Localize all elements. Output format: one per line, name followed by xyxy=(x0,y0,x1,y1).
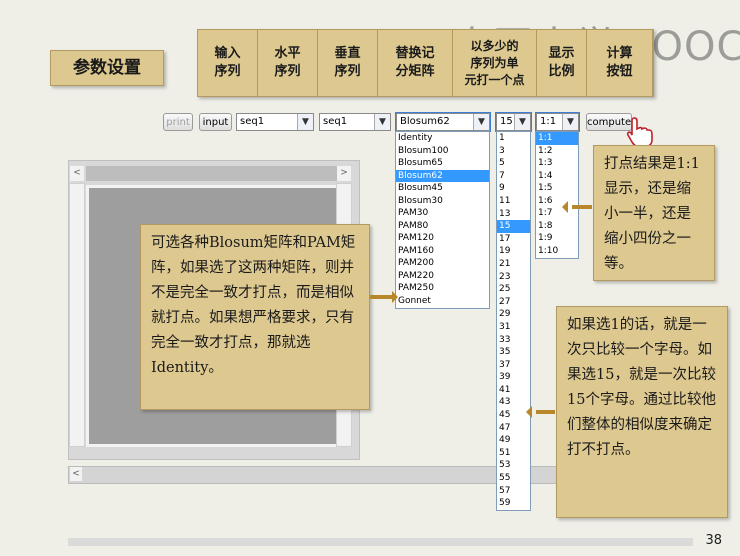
option-item[interactable]: 31 xyxy=(497,321,530,334)
option-item[interactable]: 35 xyxy=(497,346,530,359)
matrix-options-list[interactable]: Identity Blosum100 Blosum65 Blosum62 Blosum4… xyxy=(395,131,490,309)
header-compute-button: 计算 按钮 xyxy=(587,30,653,96)
option-item[interactable]: 1:9 xyxy=(536,232,578,245)
section-title: 参数设置 xyxy=(50,50,164,86)
hand-cursor-icon xyxy=(626,117,653,148)
option-item[interactable]: 59 xyxy=(497,497,530,510)
option-item[interactable]: 39 xyxy=(497,371,530,384)
vertical-sequence-value: seq1 xyxy=(323,116,348,127)
option-item[interactable]: 1:1 xyxy=(536,132,578,145)
chevron-down-icon: ▼ xyxy=(473,114,489,130)
scroll-right-icon[interactable]: > xyxy=(337,166,351,181)
window-size-options-list[interactable]: 1 3 5 7 9 11 13 15 17 19 21 23 25 27 29 31 33 35 37 39 41 43 4… xyxy=(496,131,531,511)
option-item[interactable]: 19 xyxy=(497,245,530,258)
header-horizontal-sequence: 水平 序列 xyxy=(258,30,318,96)
option-item[interactable]: 49 xyxy=(497,434,530,447)
option-item[interactable]: 53 xyxy=(497,459,530,472)
option-item[interactable]: 17 xyxy=(497,233,530,246)
scale-select[interactable]: 1:1 ▼ xyxy=(535,112,580,132)
window-size-select[interactable]: 15 ▼ xyxy=(495,112,532,132)
option-item[interactable]: 37 xyxy=(497,359,530,372)
option-item[interactable]: 21 xyxy=(497,258,530,271)
scale-explanation-note: 打点结果是1:1显示，还是缩小一半，还是缩小四份之一等。 xyxy=(593,145,715,281)
window-explanation-note: 如果选1的话，就是一次只比较一个字母。如果选15，就是一次比较15个字母。通过比… xyxy=(556,306,728,518)
option-item[interactable]: 29 xyxy=(497,308,530,321)
matrix-value: Blosum62 xyxy=(400,116,450,127)
left-vertical-scrollbar[interactable] xyxy=(69,183,85,447)
scroll-left-icon[interactable]: < xyxy=(70,467,82,481)
input-button[interactable]: input xyxy=(199,113,232,131)
vertical-sequence-select[interactable]: seq1 ▼ xyxy=(319,113,391,131)
window-size-value: 15 xyxy=(500,116,513,127)
matrix-select[interactable]: Blosum62 ▼ xyxy=(395,112,491,132)
footer-scrollbar[interactable] xyxy=(68,538,693,546)
chevron-down-icon: ▼ xyxy=(514,114,530,130)
scale-value: 1:1 xyxy=(540,116,557,127)
option-item[interactable]: 1:10 xyxy=(536,245,578,258)
scale-options-list[interactable]: 1:1 1:2 1:3 1:4 1:5 1:6 1:7 1:8 1:9 1:10 xyxy=(535,131,579,259)
page-number: 38 xyxy=(705,533,722,548)
option-item[interactable]: 33 xyxy=(497,334,530,347)
window-note-arrow xyxy=(526,406,555,418)
print-button[interactable]: print xyxy=(163,113,193,131)
option-item[interactable]: 23 xyxy=(497,271,530,284)
option-item[interactable]: 1:5 xyxy=(536,182,578,195)
option-item[interactable]: 1:8 xyxy=(536,220,578,233)
option-item[interactable]: 7 xyxy=(497,170,530,183)
option-item[interactable]: Blosum100 xyxy=(396,145,489,158)
option-item[interactable]: 3 xyxy=(497,145,530,158)
option-item[interactable]: Gonnet xyxy=(396,295,489,308)
scale-note-arrow xyxy=(562,201,592,213)
option-item[interactable]: Blosum30 xyxy=(396,195,489,208)
option-item[interactable]: PAM200 xyxy=(396,257,489,270)
option-item[interactable]: 1:4 xyxy=(536,170,578,183)
header-substitution-matrix: 替换记 分矩阵 xyxy=(378,30,453,96)
option-item[interactable]: 57 xyxy=(497,485,530,498)
header-display-scale: 显示 比例 xyxy=(537,30,587,96)
matrix-note-arrow xyxy=(370,291,398,303)
chevron-down-icon: ▼ xyxy=(297,114,313,130)
option-item[interactable]: 25 xyxy=(497,283,530,296)
option-item[interactable]: PAM80 xyxy=(396,220,489,233)
option-item[interactable]: Identity xyxy=(396,132,489,145)
parameter-header-strip: 输入 序列 水平 序列 垂直 序列 替换记 分矩阵 以多少的 序列为单 元打一个… xyxy=(197,29,654,97)
option-item[interactable]: 1 xyxy=(497,132,530,145)
option-item[interactable]: 51 xyxy=(497,447,530,460)
option-item[interactable]: 11 xyxy=(497,195,530,208)
top-horizontal-scrollbar[interactable] xyxy=(86,166,348,181)
option-item[interactable]: 1:3 xyxy=(536,157,578,170)
option-item[interactable]: PAM250 xyxy=(396,282,489,295)
bottom-horizontal-scrollbar[interactable] xyxy=(68,466,565,484)
option-item[interactable]: 13 xyxy=(497,208,530,221)
matrix-explanation-note: 可选各种Blosum矩阵和PAM矩阵，如果选了这两种矩阵，则并不是完全一致才打点… xyxy=(140,224,370,410)
chevron-down-icon: ▼ xyxy=(374,114,390,130)
option-item[interactable]: PAM160 xyxy=(396,245,489,258)
option-item[interactable]: PAM120 xyxy=(396,232,489,245)
option-item[interactable]: Blosum62 xyxy=(396,169,489,182)
option-item[interactable]: 15 xyxy=(497,220,530,233)
option-item[interactable]: PAM220 xyxy=(396,270,489,283)
header-window-size: 以多少的 序列为单 元打一个点 xyxy=(453,30,537,96)
option-item[interactable]: 47 xyxy=(497,422,530,435)
scroll-left-icon[interactable]: < xyxy=(70,166,84,181)
option-item[interactable]: 5 xyxy=(497,157,530,170)
header-vertical-sequence: 垂直 序列 xyxy=(318,30,378,96)
header-input-sequence: 输入 序列 xyxy=(198,30,258,96)
option-item[interactable]: Blosum45 xyxy=(396,182,489,195)
option-item[interactable]: PAM30 xyxy=(396,207,489,220)
option-item[interactable]: 27 xyxy=(497,296,530,309)
option-item[interactable]: 55 xyxy=(497,472,530,485)
horizontal-sequence-value: seq1 xyxy=(240,116,265,127)
chevron-down-icon: ▼ xyxy=(562,114,578,130)
option-item[interactable]: Blosum65 xyxy=(396,157,489,170)
horizontal-sequence-select[interactable]: seq1 ▼ xyxy=(236,113,314,131)
option-item[interactable]: 9 xyxy=(497,182,530,195)
option-item[interactable]: 41 xyxy=(497,384,530,397)
option-item[interactable]: 1:2 xyxy=(536,145,578,158)
